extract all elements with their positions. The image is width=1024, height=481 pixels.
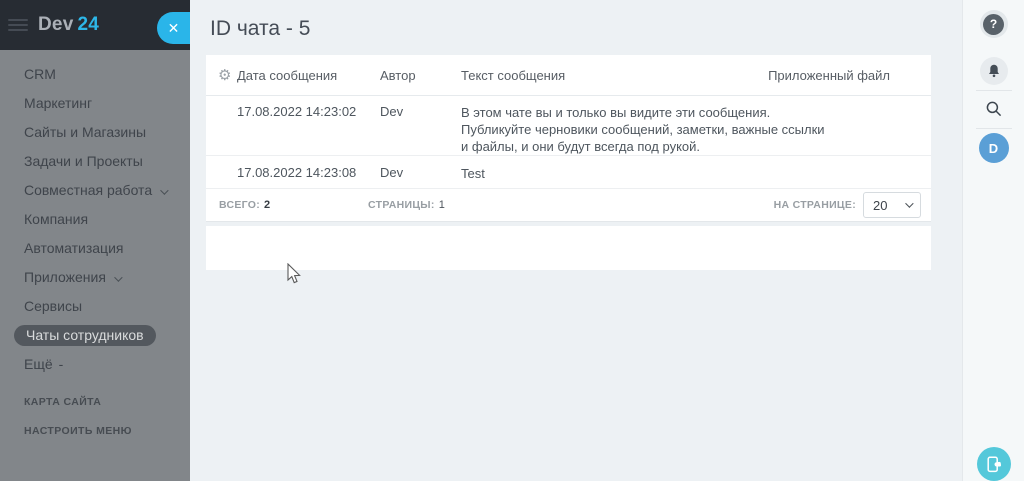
sidebar-item-more[interactable]: Ещё - (0, 350, 190, 379)
table-footer: ВСЕГО: 2 СТРАНИЦЫ: 1 НА СТРАНИЦЕ: 20 (206, 189, 931, 222)
logo-text: Dev (38, 14, 74, 35)
empty-panel (206, 226, 931, 270)
search-icon (986, 101, 1001, 117)
chevron-down-icon (160, 186, 169, 195)
left-sidebar: Dev 24 ✕ CRM Маркетинг Сайты и Магазины З… (0, 0, 190, 481)
cell-author: Dev (380, 104, 404, 119)
table-settings-gear-icon[interactable]: ⚙ (206, 68, 237, 83)
configure-menu-link[interactable]: НАСТРОИТЬ МЕНЮ (24, 425, 132, 437)
help-button[interactable]: ? (979, 10, 1008, 38)
close-icon: ✕ (167, 19, 180, 36)
page-title: ID чата - 5 (210, 17, 311, 40)
per-page-label: НА СТРАНИЦЕ: (773, 199, 856, 211)
sidebar-item-company[interactable]: Компания (0, 205, 190, 234)
hamburger-menu-icon[interactable] (8, 16, 28, 34)
mobile-cloud-icon (987, 455, 1001, 472)
notifications-button[interactable] (979, 57, 1008, 85)
avatar[interactable]: D (978, 133, 1009, 163)
cell-date: 17.08.2022 14:23:02 (237, 104, 357, 119)
logo-accent: 24 (77, 14, 100, 35)
sitemap-link[interactable]: КАРТА САЙТА (24, 396, 132, 408)
column-header-date[interactable]: Дата сообщения (237, 68, 380, 83)
sidebar-item-services[interactable]: Сервисы (0, 292, 190, 321)
cell-text: Test (461, 166, 485, 181)
per-page-select[interactable]: 20 (863, 192, 921, 218)
total-count: ВСЕГО: 2 (219, 199, 271, 211)
sidebar-item-crm[interactable]: CRM (0, 60, 190, 89)
mobile-app-button[interactable] (976, 447, 1011, 481)
sidebar-menu: CRM Маркетинг Сайты и Магазины Задачи и … (0, 50, 190, 379)
column-header-author[interactable]: Автор (380, 68, 461, 83)
app-logo[interactable]: Dev 24 (38, 14, 99, 36)
chevron-down-icon (905, 199, 914, 208)
column-header-file[interactable]: Приложенный файл (761, 68, 931, 83)
column-header-text[interactable]: Текст сообщения (461, 68, 761, 83)
cell-text: В этом чате вы и только вы видите эти со… (461, 105, 825, 154)
sidebar-item-collaboration[interactable]: Совместная работа (0, 176, 190, 205)
active-item-pill: Чаты сотрудников (14, 325, 156, 346)
messages-table: ⚙ Дата сообщения Автор Текст сообщения П… (206, 55, 931, 222)
per-page-control: НА СТРАНИЦЕ: 20 (774, 192, 921, 218)
rail-divider (976, 128, 1012, 129)
cell-author: Dev (380, 165, 404, 180)
table-row[interactable]: 17.08.2022 14:23:02 Dev В этом чате вы и… (206, 96, 931, 156)
question-mark-icon: ? (983, 13, 1004, 35)
rail-divider (976, 90, 1012, 91)
cell-date: 17.08.2022 14:23:08 (237, 165, 357, 180)
sidebar-item-sites[interactable]: Сайты и Магазины (0, 118, 190, 147)
sidebar-item-tasks[interactable]: Задачи и Проекты (0, 147, 190, 176)
chevron-down-icon (114, 273, 123, 282)
search-button[interactable] (985, 100, 1003, 118)
sidebar-collapse-button[interactable]: ✕ (157, 12, 190, 44)
sidebar-footer-links: КАРТА САЙТА НАСТРОИТЬ МЕНЮ (24, 396, 132, 454)
sidebar-item-automation[interactable]: Автоматизация (0, 234, 190, 263)
bell-icon (988, 64, 999, 78)
table-row[interactable]: 17.08.2022 14:23:08 Dev Test (206, 156, 931, 189)
sidebar-item-apps[interactable]: Приложения (0, 263, 190, 292)
more-dash: - (58, 356, 64, 372)
table-header-row: ⚙ Дата сообщения Автор Текст сообщения П… (206, 55, 931, 96)
sidebar-item-employee-chats[interactable]: Чаты сотрудников (0, 321, 190, 350)
right-rail: ? D (962, 0, 1024, 481)
pages-count: СТРАНИЦЫ: 1 (368, 199, 445, 211)
sidebar-item-marketing[interactable]: Маркетинг (0, 89, 190, 118)
main-content: ID чата - 5 ⚙ Дата сообщения Автор Текст… (190, 0, 962, 481)
